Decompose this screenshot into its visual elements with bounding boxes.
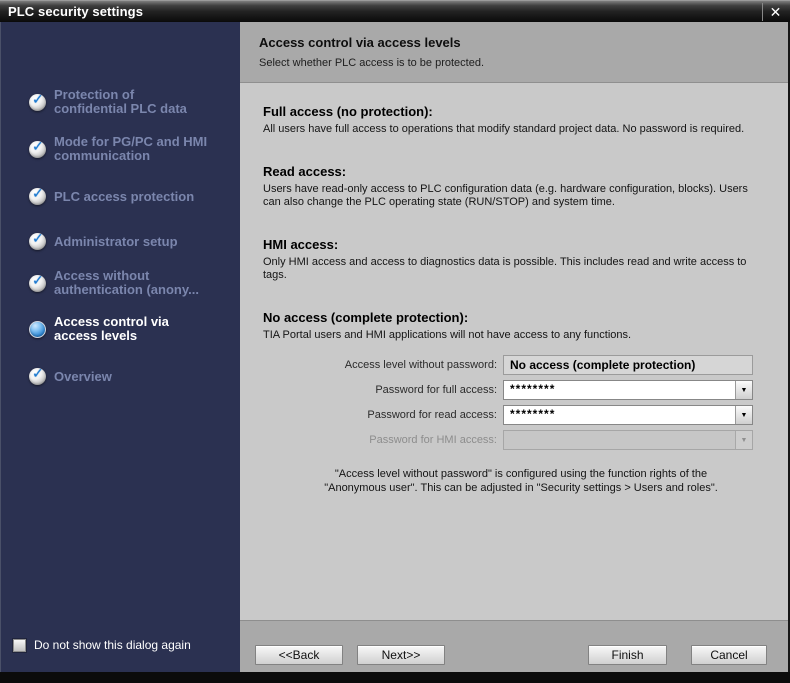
page-content: Full access (no protection): All users h… <box>240 83 788 620</box>
check-circle-icon: ✓ <box>29 141 46 158</box>
checkmark-icon: ✓ <box>32 185 44 202</box>
page-header: Access control via access levels Select … <box>240 22 788 83</box>
checkmark-icon: ✓ <box>32 230 44 247</box>
step-access-control-via-access-levels[interactable]: Access control via access levels <box>29 315 229 343</box>
step-access-without-authentication[interactable]: ✓ Access without authentication (anony..… <box>29 269 229 297</box>
dialog-body: ✓ Protection of confidential PLC data ✓ … <box>0 22 790 672</box>
section-heading-hmi-access: HMI access: <box>263 237 788 252</box>
chevron-down-icon[interactable]: ▼ <box>735 406 752 424</box>
check-circle-icon: ✓ <box>29 368 46 385</box>
step-label: Access control via access levels <box>54 315 169 343</box>
cancel-button[interactable]: Cancel <box>691 645 767 665</box>
close-icon: ✕ <box>770 4 782 21</box>
section-heading-read-access: Read access: <box>263 164 788 179</box>
anonymous-user-note: "Access level without password" is confi… <box>271 468 771 495</box>
page-title: Access control via access levels <box>259 35 788 50</box>
check-circle-icon: ✓ <box>29 233 46 250</box>
step-protection-of-confidential-plc-data[interactable]: ✓ Protection of confidential PLC data <box>29 88 229 116</box>
window-bottom-edge <box>0 672 790 683</box>
main-panel: Access control via access levels Select … <box>240 22 790 672</box>
password-read-access-label: Password for read access: <box>263 409 497 421</box>
title-bar: PLC security settings ✕ <box>0 0 790 22</box>
checkmark-icon: ✓ <box>32 365 44 382</box>
wizard-sidebar: ✓ Protection of confidential PLC data ✓ … <box>0 22 240 672</box>
section-heading-full-access: Full access (no protection): <box>263 104 788 119</box>
section-body-hmi-access: Only HMI access and access to diagnostic… <box>263 256 766 283</box>
access-level-form: Access level without password: No access… <box>263 355 788 450</box>
page-subtitle: Select whether PLC access is to be prote… <box>259 57 788 69</box>
plc-security-settings-dialog: PLC security settings ✕ ✓ Protection of … <box>0 0 790 683</box>
section-body-read-access: Users have read-only access to PLC confi… <box>263 183 766 210</box>
dialog-title: PLC security settings <box>0 4 143 19</box>
password-hmi-access-label: Password for HMI access: <box>263 434 497 446</box>
step-label: Protection of confidential PLC data <box>54 88 187 116</box>
password-full-access-combo[interactable]: ******** ▼ <box>503 380 753 400</box>
password-full-access-value: ******** <box>504 381 752 396</box>
section-heading-no-access: No access (complete protection): <box>263 310 788 325</box>
step-plc-access-protection[interactable]: ✓ PLC access protection <box>29 188 229 205</box>
check-circle-icon: ✓ <box>29 94 46 111</box>
section-body-no-access: TIA Portal users and HMI applications wi… <box>263 329 766 343</box>
section-body-full-access: All users have full access to operations… <box>263 123 766 137</box>
step-overview[interactable]: ✓ Overview <box>29 368 229 385</box>
access-level-without-password-field: No access (complete protection) <box>503 355 753 375</box>
step-administrator-setup[interactable]: ✓ Administrator setup <box>29 233 229 250</box>
chevron-down-icon[interactable]: ▼ <box>735 381 752 399</box>
password-hmi-access-combo: ▼ <box>503 430 753 450</box>
finish-button[interactable]: Finish <box>588 645 667 665</box>
step-label: Overview <box>54 370 112 384</box>
footer-bar: <<Back Next>> Finish Cancel <box>240 620 788 672</box>
checkmark-icon: ✓ <box>32 138 44 155</box>
access-level-without-password-label: Access level without password: <box>263 359 497 371</box>
password-read-access-value: ******** <box>504 406 752 421</box>
check-circle-icon: ✓ <box>29 275 46 292</box>
dont-show-again-checkbox[interactable]: Do not show this dialog again <box>13 638 191 652</box>
back-button[interactable]: <<Back <box>255 645 343 665</box>
current-step-icon <box>29 321 46 338</box>
password-full-access-label: Password for full access: <box>263 384 497 396</box>
check-circle-icon: ✓ <box>29 188 46 205</box>
checkbox-label: Do not show this dialog again <box>34 638 191 652</box>
next-button[interactable]: Next>> <box>357 645 445 665</box>
step-mode-for-pgpc-and-hmi-communication[interactable]: ✓ Mode for PG/PC and HMI communication <box>29 135 229 163</box>
step-label: Administrator setup <box>54 235 178 249</box>
access-level-value: No access (complete protection) <box>510 358 695 372</box>
checkmark-icon: ✓ <box>32 272 44 289</box>
password-hmi-access-value <box>504 431 752 432</box>
checkbox-icon[interactable] <box>13 639 26 652</box>
step-label: PLC access protection <box>54 190 194 204</box>
step-label: Mode for PG/PC and HMI communication <box>54 135 207 163</box>
step-label: Access without authentication (anony... <box>54 269 199 297</box>
chevron-down-icon: ▼ <box>735 431 752 449</box>
password-read-access-combo[interactable]: ******** ▼ <box>503 405 753 425</box>
checkmark-icon: ✓ <box>32 91 44 108</box>
close-button[interactable]: ✕ <box>762 3 788 21</box>
